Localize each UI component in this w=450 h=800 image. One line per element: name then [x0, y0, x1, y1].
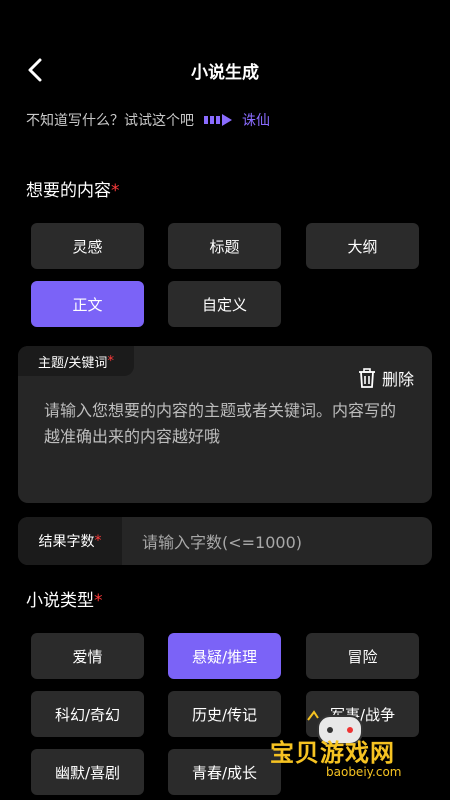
delete-label: 删除	[381, 370, 414, 389]
page-title: 小说生成	[191, 63, 259, 83]
genre-option-youth[interactable]: 青春/成长	[168, 749, 281, 795]
genre-option-history[interactable]: 历史/传记	[168, 691, 281, 737]
hint-row: 不知道写什么？试试这个吧 诛仙	[26, 110, 270, 130]
theme-textarea-placeholder[interactable]: 请输入您想要的内容的主题或者关键词。内容写的越准确出来的内容越好哦	[44, 398, 404, 450]
word-count-label: 结果字数 *	[18, 517, 122, 565]
suggestion-link[interactable]: 诛仙	[242, 110, 270, 130]
watermark-url: baobeiy.com	[326, 765, 402, 779]
watermark-text: 宝贝游戏网	[270, 739, 395, 767]
genre-section-title: 小说类型*	[26, 591, 103, 611]
genre-option-mystery[interactable]: 悬疑/推理	[168, 633, 281, 679]
required-mark: *	[111, 181, 120, 201]
genre-option-adventure[interactable]: 冒险	[306, 633, 419, 679]
theme-label: 主题/关键词 *	[18, 346, 134, 376]
genre-option-comedy[interactable]: 幽默/喜剧	[31, 749, 144, 795]
word-count-input[interactable]: 请输入字数(<=1000)	[142, 517, 302, 565]
genre-option-romance[interactable]: 爱情	[31, 633, 144, 679]
content-option-body[interactable]: 正文	[31, 281, 144, 327]
trash-icon	[358, 368, 375, 388]
genre-option-scifi[interactable]: 科幻/奇幻	[31, 691, 144, 737]
content-option-outline[interactable]: 大纲	[306, 223, 419, 269]
content-option-inspiration[interactable]: 灵感	[31, 223, 144, 269]
word-count-row: 结果字数 * 请输入字数(<=1000)	[18, 517, 432, 565]
hint-text: 不知道写什么？试试这个吧	[26, 113, 194, 129]
double-arrow-icon	[204, 114, 232, 126]
delete-button[interactable]: 删除	[358, 366, 414, 390]
content-option-custom[interactable]: 自定义	[168, 281, 281, 327]
content-option-title[interactable]: 标题	[168, 223, 281, 269]
content-section-title: 想要的内容*	[26, 181, 120, 201]
